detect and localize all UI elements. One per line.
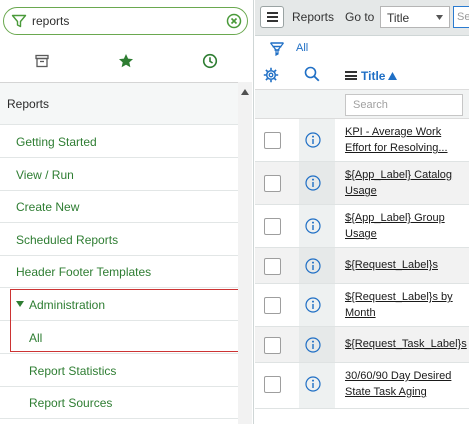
column-filter-row: Search bbox=[255, 89, 469, 119]
nav-item-label: Scheduled Reports bbox=[16, 233, 119, 247]
title-column-header[interactable]: Title bbox=[345, 69, 398, 83]
table-row: ${App_Label} Group Usage bbox=[255, 205, 469, 248]
search-icon[interactable] bbox=[304, 66, 320, 82]
table-row: ${App_Label} Catalog Usage bbox=[255, 162, 469, 205]
row-checkbox[interactable] bbox=[264, 218, 281, 235]
info-icon[interactable] bbox=[305, 258, 321, 274]
info-icon[interactable] bbox=[305, 376, 321, 392]
list-context-menu-button[interactable] bbox=[260, 6, 284, 28]
report-title-link[interactable]: 30/60/90 Day Desired State Task Aging bbox=[345, 368, 467, 400]
report-title-link[interactable]: ${App_Label} Catalog Usage bbox=[345, 167, 467, 199]
nav-item-label: Report Statistics bbox=[29, 364, 117, 378]
gear-icon[interactable] bbox=[263, 67, 279, 83]
chevron-down-icon bbox=[436, 15, 443, 20]
info-icon[interactable] bbox=[305, 337, 321, 353]
info-icon[interactable] bbox=[305, 132, 321, 148]
tab-favorites[interactable] bbox=[84, 48, 168, 76]
clear-filter-icon[interactable] bbox=[226, 13, 242, 29]
nav-item-label: View / Run bbox=[16, 168, 74, 182]
goto-field-select[interactable]: Title bbox=[380, 6, 450, 28]
goto-search-input[interactable]: Se bbox=[453, 6, 469, 28]
nav-item-label: Header Footer Templates bbox=[16, 265, 152, 279]
star-icon bbox=[119, 54, 133, 68]
nav-item-view-run[interactable]: View / Run bbox=[0, 158, 238, 191]
navigator-filter-input[interactable]: reports bbox=[3, 7, 248, 35]
clock-icon bbox=[202, 53, 218, 69]
row-checkbox[interactable] bbox=[264, 132, 281, 149]
row-checkbox[interactable] bbox=[264, 376, 281, 393]
report-title-link[interactable]: ${Request_Task_Label}s bbox=[345, 336, 467, 352]
nav-item-create-new[interactable]: Create New bbox=[0, 190, 238, 223]
report-title-link[interactable]: ${Request_Label}s by Month bbox=[345, 289, 467, 321]
nav-item-getting-started[interactable]: Getting Started bbox=[0, 125, 238, 158]
filter-text: reports bbox=[32, 14, 70, 28]
navigator-tabs bbox=[0, 48, 250, 78]
row-checkbox[interactable] bbox=[264, 297, 281, 314]
nav-section-reports[interactable]: Reports bbox=[0, 83, 238, 125]
breadcrumb-all-link[interactable]: All bbox=[296, 42, 308, 54]
tab-history[interactable] bbox=[168, 48, 252, 76]
nav-item-scheduled-reports[interactable]: Scheduled Reports bbox=[0, 223, 238, 256]
report-title-link[interactable]: ${Request_Label}s bbox=[345, 257, 467, 273]
archive-icon bbox=[35, 54, 49, 68]
row-checkbox[interactable] bbox=[264, 175, 281, 192]
filter-icon bbox=[11, 14, 27, 28]
title-column-search-input[interactable]: Search bbox=[345, 94, 463, 116]
table-row: 30/60/90 Day Desired State Task Aging bbox=[255, 363, 469, 409]
nav-section-label: Reports bbox=[7, 97, 50, 111]
table-row: ${Request_Label}s by Month bbox=[255, 284, 469, 327]
column-header-label: Title bbox=[361, 69, 386, 83]
nav-item-label: Getting Started bbox=[16, 135, 97, 149]
nav-item-report-sources[interactable]: Report Sources bbox=[0, 386, 238, 419]
filter-icon[interactable] bbox=[269, 41, 285, 57]
list-header-bar: Reports Go to Title Se bbox=[255, 0, 469, 36]
nav-item-label: Create New bbox=[16, 200, 80, 214]
report-title-link[interactable]: KPI - Average Work Effort for Resolving..… bbox=[345, 124, 467, 156]
table-row: KPI - Average Work Effort for Resolving..… bbox=[255, 119, 469, 162]
info-icon[interactable] bbox=[305, 297, 321, 313]
sort-ascending-icon bbox=[388, 72, 398, 80]
search-placeholder: Search bbox=[353, 99, 388, 111]
goto-search-placeholder: Se bbox=[457, 11, 469, 23]
nav-item-label: Report Sources bbox=[29, 396, 113, 410]
goto-label: Go to bbox=[345, 10, 375, 24]
table-row: ${Request_Label}s bbox=[255, 248, 469, 284]
nav-item-header-footer-templates[interactable]: Header Footer Templates bbox=[0, 255, 238, 288]
application-navigator: reports Reports Getting Started View / R… bbox=[0, 0, 254, 424]
report-list-pane: Reports Go to Title Se All Title Search bbox=[255, 0, 469, 424]
highlight-annotation-box bbox=[10, 289, 244, 352]
report-title-link[interactable]: ${App_Label} Group Usage bbox=[345, 210, 467, 242]
row-checkbox[interactable] bbox=[264, 258, 281, 275]
info-icon[interactable] bbox=[305, 218, 321, 234]
tab-all-applications[interactable] bbox=[0, 48, 84, 76]
scroll-up-arrow-icon[interactable] bbox=[241, 89, 249, 95]
info-icon[interactable] bbox=[305, 175, 321, 191]
navigator-module-list: Reports Getting Started View / Run Creat… bbox=[0, 82, 238, 424]
goto-select-value: Title bbox=[387, 11, 410, 25]
navigator-scrollbar[interactable] bbox=[238, 82, 252, 424]
list-title: Reports bbox=[292, 10, 335, 24]
column-menu-icon[interactable] bbox=[345, 71, 357, 80]
table-row: ${Request_Task_Label}s bbox=[255, 327, 469, 363]
nav-item-report-statistics[interactable]: Report Statistics bbox=[0, 354, 238, 387]
row-checkbox[interactable] bbox=[264, 337, 281, 354]
